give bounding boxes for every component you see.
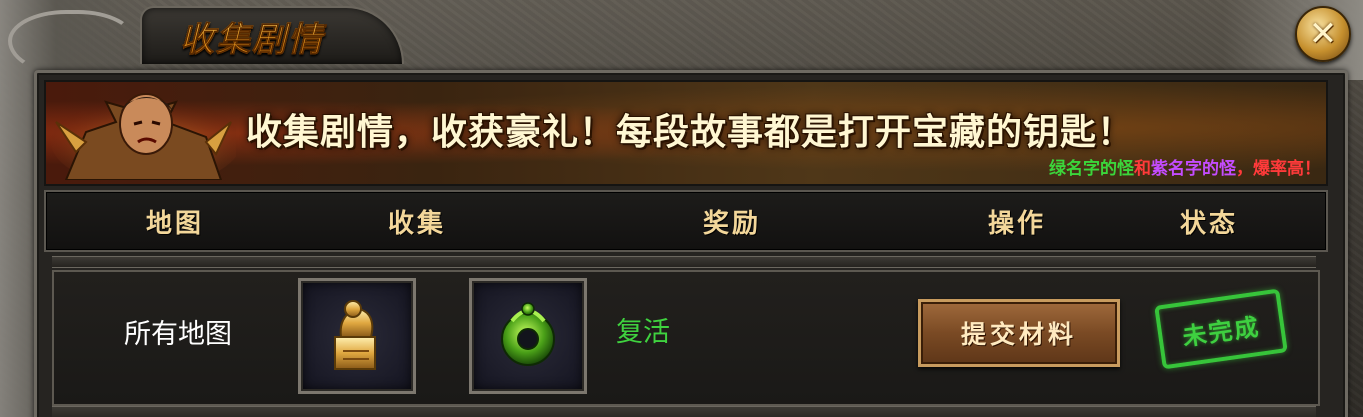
banner-sub-drop-rate: ，爆率高！ [1236, 159, 1321, 179]
collect-item-slot-2[interactable] [469, 278, 587, 394]
column-header-reward: 奖励 [703, 209, 762, 239]
column-header-map: 地图 [146, 209, 205, 239]
table-row [52, 270, 1320, 406]
row-reward: 复活 [616, 317, 670, 348]
banner-sub-and: 和 [1134, 159, 1151, 179]
row-bottom-border [52, 406, 1316, 417]
banner-sub-purple-monsters: 紫名字的怪 [1151, 159, 1236, 179]
table-header [44, 190, 1328, 252]
game-panel: 收集剧情 ✕ 收集剧情，收获豪礼！每段故事都是打开宝藏的钥匙！ 绿名字的怪和紫名… [0, 0, 1363, 417]
golden-seal-icon [334, 300, 376, 370]
collect-item-slot-1[interactable] [298, 278, 416, 394]
close-button[interactable]: ✕ [1295, 6, 1351, 62]
row-map-name: 所有地图 [124, 319, 232, 350]
banner-headline: 收集剧情，收获豪礼！每段故事都是打开宝藏的钥匙！ [246, 112, 1135, 153]
column-header-collect: 收集 [388, 209, 447, 239]
window-title: 收集剧情 [180, 12, 324, 61]
close-x-icon: ✕ [1308, 14, 1338, 54]
status-label: 未完成 [1180, 311, 1262, 351]
header-separator [52, 256, 1316, 268]
banner-sub-green-monsters: 绿名字的怪 [1049, 159, 1134, 179]
jade-ring-icon [501, 302, 555, 366]
banner-subtitle: 绿名字的怪和紫名字的怪，爆率高！ [1049, 154, 1321, 179]
column-header-action: 操作 [988, 209, 1047, 239]
submit-materials-button[interactable]: 提交材料 [918, 299, 1120, 367]
submit-materials-label: 提交材料 [960, 320, 1077, 349]
column-header-status: 状态 [1180, 209, 1239, 239]
warrior-portrait-icon [51, 93, 236, 180]
